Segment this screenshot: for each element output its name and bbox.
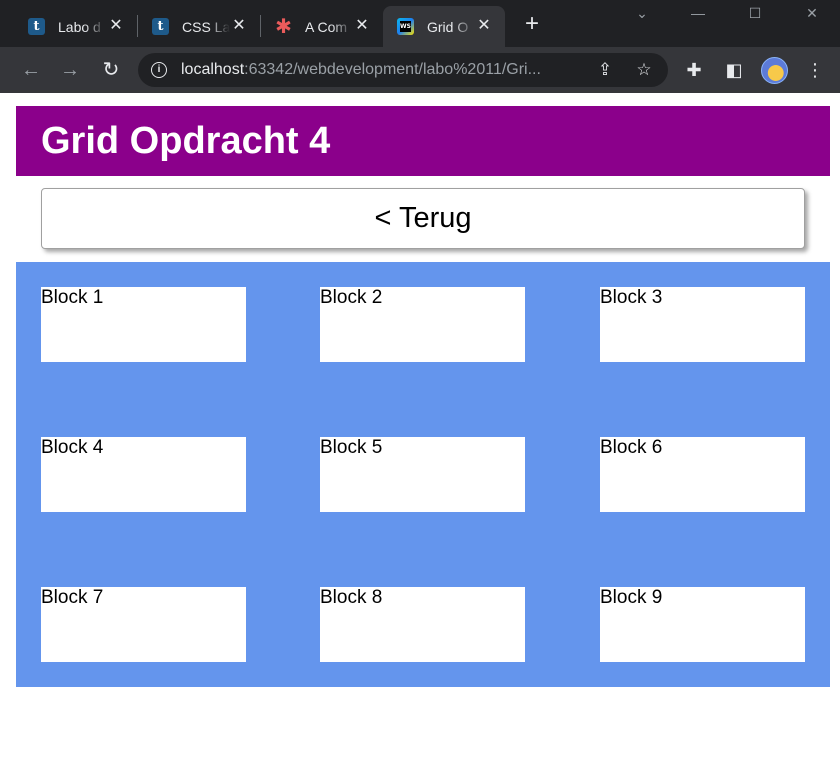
extensions-puzzle-icon[interactable]: ✚ [682, 58, 706, 82]
profile-avatar[interactable] [761, 57, 788, 84]
minimize-icon[interactable]: — [686, 4, 710, 22]
asterisk-icon: ✱ [275, 16, 292, 38]
tab-labo[interactable]: t Labo d ✕ [0, 6, 137, 47]
info-icon[interactable]: i [151, 62, 167, 78]
grid-block-3: Block 3 [600, 287, 805, 362]
side-panel-icon[interactable]: ◧ [722, 58, 746, 82]
grid-block-6: Block 6 [600, 437, 805, 512]
back-button[interactable]: < Terug [41, 188, 805, 249]
tab-css[interactable]: t CSS La ✕ [124, 6, 260, 47]
close-tab-icon[interactable]: ✕ [107, 17, 125, 35]
tumblr-icon: t [28, 18, 45, 35]
tab-strip: t Labo d ✕ t CSS La ✕ ✱ A Com ✕ WS Grid … [0, 0, 840, 47]
tumblr-icon: t [152, 18, 169, 35]
page-title: Grid Opdracht 4 [41, 120, 331, 162]
page-header: Grid Opdracht 4 [16, 106, 830, 176]
tab-title: CSS La [182, 18, 230, 35]
tab-title: Labo d [58, 18, 101, 35]
browser-toolbar: ← → ↻ i localhost:63342/webdevelopment/l… [0, 47, 840, 93]
menu-dots-icon[interactable]: ⋮ [803, 58, 827, 82]
page-viewport: Grid Opdracht 4 < Terug Block 1 Block 2 … [0, 93, 840, 760]
new-tab-button[interactable]: + [520, 12, 544, 37]
grid-block-4: Block 4 [41, 437, 246, 512]
webstorm-icon: WS [397, 18, 414, 35]
forward-arrow-icon[interactable]: → [58, 58, 82, 82]
close-tab-icon[interactable]: ✕ [230, 17, 248, 35]
maximize-icon[interactable]: ☐ [743, 4, 767, 22]
reload-icon[interactable]: ↻ [99, 58, 123, 82]
tab-title: Grid O [427, 18, 469, 35]
tab-search-chevron-icon[interactable]: ⌄ [630, 4, 654, 22]
window-close-icon[interactable]: ✕ [800, 4, 824, 22]
address-bar[interactable]: i localhost:63342/webdevelopment/labo%20… [138, 53, 668, 87]
bookmark-star-icon[interactable]: ☆ [634, 60, 654, 80]
grid-block-8: Block 8 [320, 587, 525, 662]
url-text[interactable]: localhost:63342/webdevelopment/labo%2011… [181, 61, 541, 79]
back-arrow-icon[interactable]: ← [19, 58, 43, 82]
tab-a-com[interactable]: ✱ A Com ✕ [247, 6, 383, 47]
grid-block-1: Block 1 [41, 287, 246, 362]
tab-grid-active[interactable]: WS Grid O ✕ [383, 6, 505, 47]
grid-block-2: Block 2 [320, 287, 525, 362]
block-grid: Block 1 Block 2 Block 3 Block 4 Block 5 … [16, 262, 830, 687]
share-icon[interactable]: ⇪ [595, 60, 615, 80]
grid-block-7: Block 7 [41, 587, 246, 662]
grid-block-9: Block 9 [600, 587, 805, 662]
close-tab-icon[interactable]: ✕ [475, 17, 493, 35]
grid-block-5: Block 5 [320, 437, 525, 512]
tab-title: A Com [305, 18, 348, 35]
close-tab-icon[interactable]: ✕ [353, 17, 371, 35]
